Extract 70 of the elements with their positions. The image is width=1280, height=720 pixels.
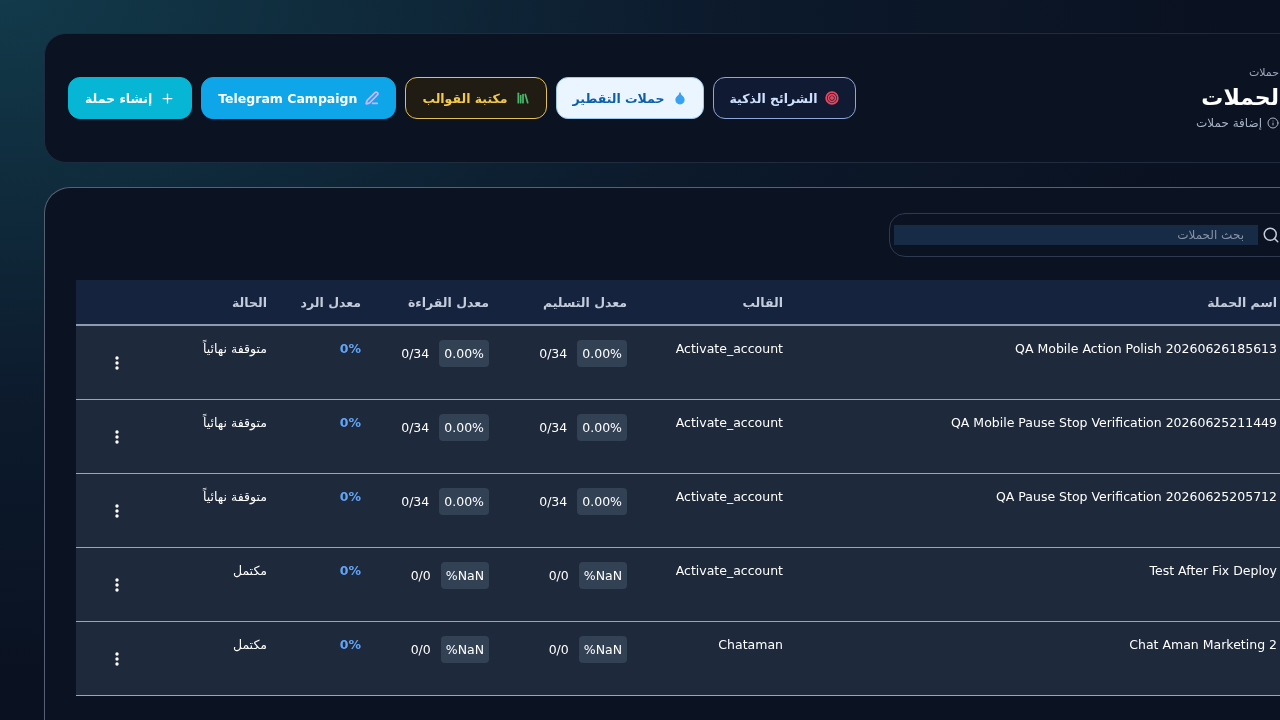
target-icon [825, 91, 840, 105]
books-icon [515, 91, 530, 105]
count-text: 0/0 [410, 642, 431, 657]
action-button[interactable]: مكتبة القوالب [405, 77, 547, 119]
column-header: معدل الرد [275, 280, 369, 326]
breadcrumb: حملات [1248, 66, 1279, 79]
table-cell: QA Mobile Action Polish 20260626185613 [791, 326, 1280, 400]
count-text: 0/0 [548, 568, 569, 583]
info-icon [1267, 117, 1279, 129]
count-text: 0/0 [410, 568, 431, 583]
table-cell: QA Pause Stop Verification 20260625205712 [791, 474, 1280, 548]
dots-icon [114, 577, 119, 592]
search-icon [1262, 226, 1280, 244]
table-cell: Activate_account [635, 326, 791, 400]
count-text: 0/34 [539, 420, 568, 435]
table-cell: Activate_account [635, 474, 791, 548]
page-subtitle: إضافة حملات [1196, 116, 1262, 130]
count-text: 0/34 [539, 494, 568, 509]
count-text: 0/0 [548, 642, 569, 657]
table-cell: 0% [275, 622, 369, 696]
table-cell: مكتمل [157, 548, 275, 622]
dots-icon [114, 355, 119, 370]
droplet-icon [672, 91, 687, 105]
table-cell: متوقفة نهائياً [157, 474, 275, 548]
search-field[interactable]: بحث الحملات [889, 213, 1280, 257]
dots-icon [114, 429, 119, 444]
table-cell: Activate_account [635, 400, 791, 474]
table-cell: Test After Fix Deploy [791, 548, 1280, 622]
table-cell: 0% [275, 548, 369, 622]
table-cell: Activate_account [635, 548, 791, 622]
table-cell: متوقفة نهائياً [157, 326, 275, 400]
dots-icon [114, 651, 119, 666]
table-cell: 0% [275, 474, 369, 548]
more-button[interactable] [114, 355, 119, 370]
rate-badge: %NaN [440, 636, 489, 663]
table-cell: Chataman [635, 622, 791, 696]
column-header: القالب [635, 280, 791, 326]
dots-icon [114, 503, 119, 518]
rate-badge: 0.00% [439, 340, 489, 367]
count-text: 0/34 [401, 346, 430, 361]
page-title: لحملات [1201, 85, 1279, 110]
count-text: 0/34 [401, 494, 430, 509]
table-cell: Chat Aman Marketing 2 [791, 622, 1280, 696]
column-header: الحالة [157, 280, 275, 326]
more-button[interactable] [114, 503, 119, 518]
more-button[interactable] [114, 429, 119, 444]
table-cell: 0% [275, 326, 369, 400]
more-button[interactable] [114, 577, 119, 592]
column-header: معدل التسليم [497, 280, 635, 326]
rate-badge: %NaN [578, 636, 627, 663]
table-cell: 0% [275, 400, 369, 474]
rate-badge: %NaN [440, 562, 489, 589]
plus-icon [160, 90, 176, 106]
rate-badge: 0.00% [577, 488, 627, 515]
table-cell: متوقفة نهائياً [157, 400, 275, 474]
action-button[interactable]: حملات التقطير [555, 77, 704, 119]
rate-badge: 0.00% [439, 414, 489, 441]
more-button[interactable] [114, 651, 119, 666]
rate-badge: %NaN [578, 562, 627, 589]
table-cell: مكتمل [157, 622, 275, 696]
column-header: معدل القراءة [369, 280, 497, 326]
count-text: 0/34 [539, 346, 568, 361]
rate-badge: 0.00% [577, 414, 627, 441]
action-button[interactable]: الشرائح الذكية [712, 77, 857, 119]
rate-badge: 0.00% [439, 488, 489, 515]
count-text: 0/34 [401, 420, 430, 435]
table-cell: QA Mobile Pause Stop Verification 20260625211449 [791, 400, 1280, 474]
column-header: اسم الحملة [791, 280, 1280, 326]
rate-badge: 0.00% [577, 340, 627, 367]
pen-icon [365, 91, 380, 105]
